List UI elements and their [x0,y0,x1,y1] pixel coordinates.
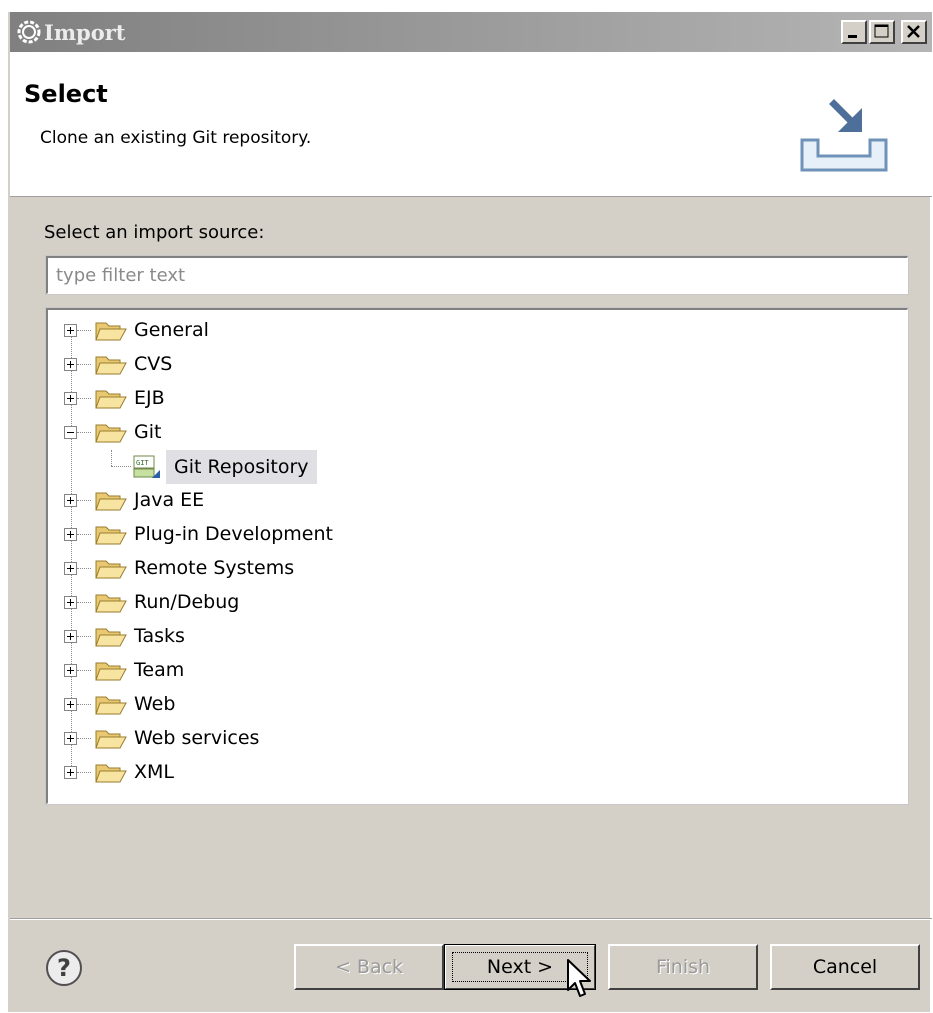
cancel-button[interactable]: Cancel [770,944,920,990]
help-glyph: ? [57,954,71,982]
tree-item-label: XML [134,761,174,783]
tree-item-label: Web services [134,727,260,749]
folder-icon [95,526,127,545]
folder-icon [95,390,127,409]
tree-connector [77,330,91,331]
tree-item-general[interactable]: General [48,314,648,348]
tree-item-run-debug[interactable]: Run/Debug [48,586,648,620]
back-button[interactable]: < Back [294,944,444,990]
tree-item-label: Run/Debug [134,591,240,613]
title-bar[interactable]: Import [10,12,932,52]
tree-item-label: Remote Systems [134,557,295,579]
folder-icon [95,424,127,443]
tree-connector [111,466,131,467]
folder-icon [95,662,127,681]
tree-connector [77,636,91,637]
svg-text:GIT: GIT [136,459,149,467]
tree-item-ejb[interactable]: EJB [48,382,648,416]
expand-icon[interactable] [64,528,77,541]
expand-icon[interactable] [64,494,77,507]
window-title: Import [44,20,126,45]
wizard-banner: Select Clone an existing Git repository. [10,52,932,197]
expand-icon[interactable] [64,562,77,575]
tree-item-web-services[interactable]: Web services [48,722,648,756]
collapse-icon[interactable] [64,426,77,439]
tree-item-label: Team [134,659,185,681]
tree-connector [77,432,91,433]
tree-item-git-repository[interactable]: GIT Git Repository [48,450,648,484]
expand-icon[interactable] [64,630,77,643]
expand-icon[interactable] [64,732,77,745]
folder-icon [95,560,127,579]
tree-item-remote-systems[interactable]: Remote Systems [48,552,648,586]
folder-icon [95,322,127,341]
import-dialog: Import Select Clone an existing Git repo… [8,12,932,1012]
tree-item-tasks[interactable]: Tasks [48,620,648,654]
tree-connector [77,602,91,603]
expand-icon[interactable] [64,698,77,711]
finish-button[interactable]: Finish [608,944,758,990]
maximize-icon [874,24,889,38]
tree-connector [77,738,91,739]
tree-item-java-ee[interactable]: Java EE [48,484,648,518]
folder-icon [95,628,127,647]
tree-connector [77,364,91,365]
page-description: Clone an existing Git repository. [40,128,312,148]
tree-connector [77,772,91,773]
folder-icon [95,492,127,511]
tree-item-cvs[interactable]: CVS [48,348,648,382]
expand-icon[interactable] [64,324,77,337]
tree-item-xml[interactable]: XML [48,756,648,790]
eclipse-gear-icon [17,20,41,44]
mouse-pointer-icon [567,959,591,997]
tree-item-git[interactable]: Git [48,416,648,450]
tree-item-label: Web [134,693,176,715]
import-wizard-icon [800,99,888,172]
button-bar-separator [10,918,932,920]
folder-icon [95,356,127,375]
page-title: Select [24,80,108,108]
close-button[interactable] [901,20,927,44]
import-source-label: Select an import source: [44,222,265,243]
close-icon [907,25,920,38]
expand-icon[interactable] [64,664,77,677]
tree-connector [77,534,91,535]
tree-item-label: EJB [134,387,165,409]
tree-item-team[interactable]: Team [48,654,648,688]
maximize-button[interactable] [869,20,895,44]
tree-item-web[interactable]: Web [48,688,648,722]
tree-connector [111,450,112,466]
tree-item-label: Java EE [134,489,205,511]
import-source-tree[interactable]: General CVS EJB Git GIT Git Repository J… [45,307,909,805]
tree-connector [77,500,91,501]
tree-item-label: CVS [134,353,173,375]
minimize-button[interactable] [841,20,867,44]
folder-icon [95,764,127,783]
expand-icon[interactable] [64,392,77,405]
folder-icon [95,696,127,715]
git-icon: GIT [133,455,160,478]
expand-icon[interactable] [64,766,77,779]
tree-item-label: Plug-in Development [134,523,333,545]
filter-input[interactable] [45,255,909,295]
folder-icon [95,594,127,613]
tree-connector [77,670,91,671]
tree-connector [77,568,91,569]
folder-icon [95,730,127,749]
minimize-icon [848,35,857,38]
tree-item-label: Git Repository [166,450,317,484]
expand-icon[interactable] [64,358,77,371]
tree-item-label: General [134,319,209,341]
tree-item-plugin-development[interactable]: Plug-in Development [48,518,648,552]
expand-icon[interactable] [64,596,77,609]
tree-item-label: Git [134,421,162,443]
tree-connector [77,398,91,399]
help-icon[interactable]: ? [44,948,84,988]
tree-connector [77,704,91,705]
tree-item-label: Tasks [134,625,185,647]
